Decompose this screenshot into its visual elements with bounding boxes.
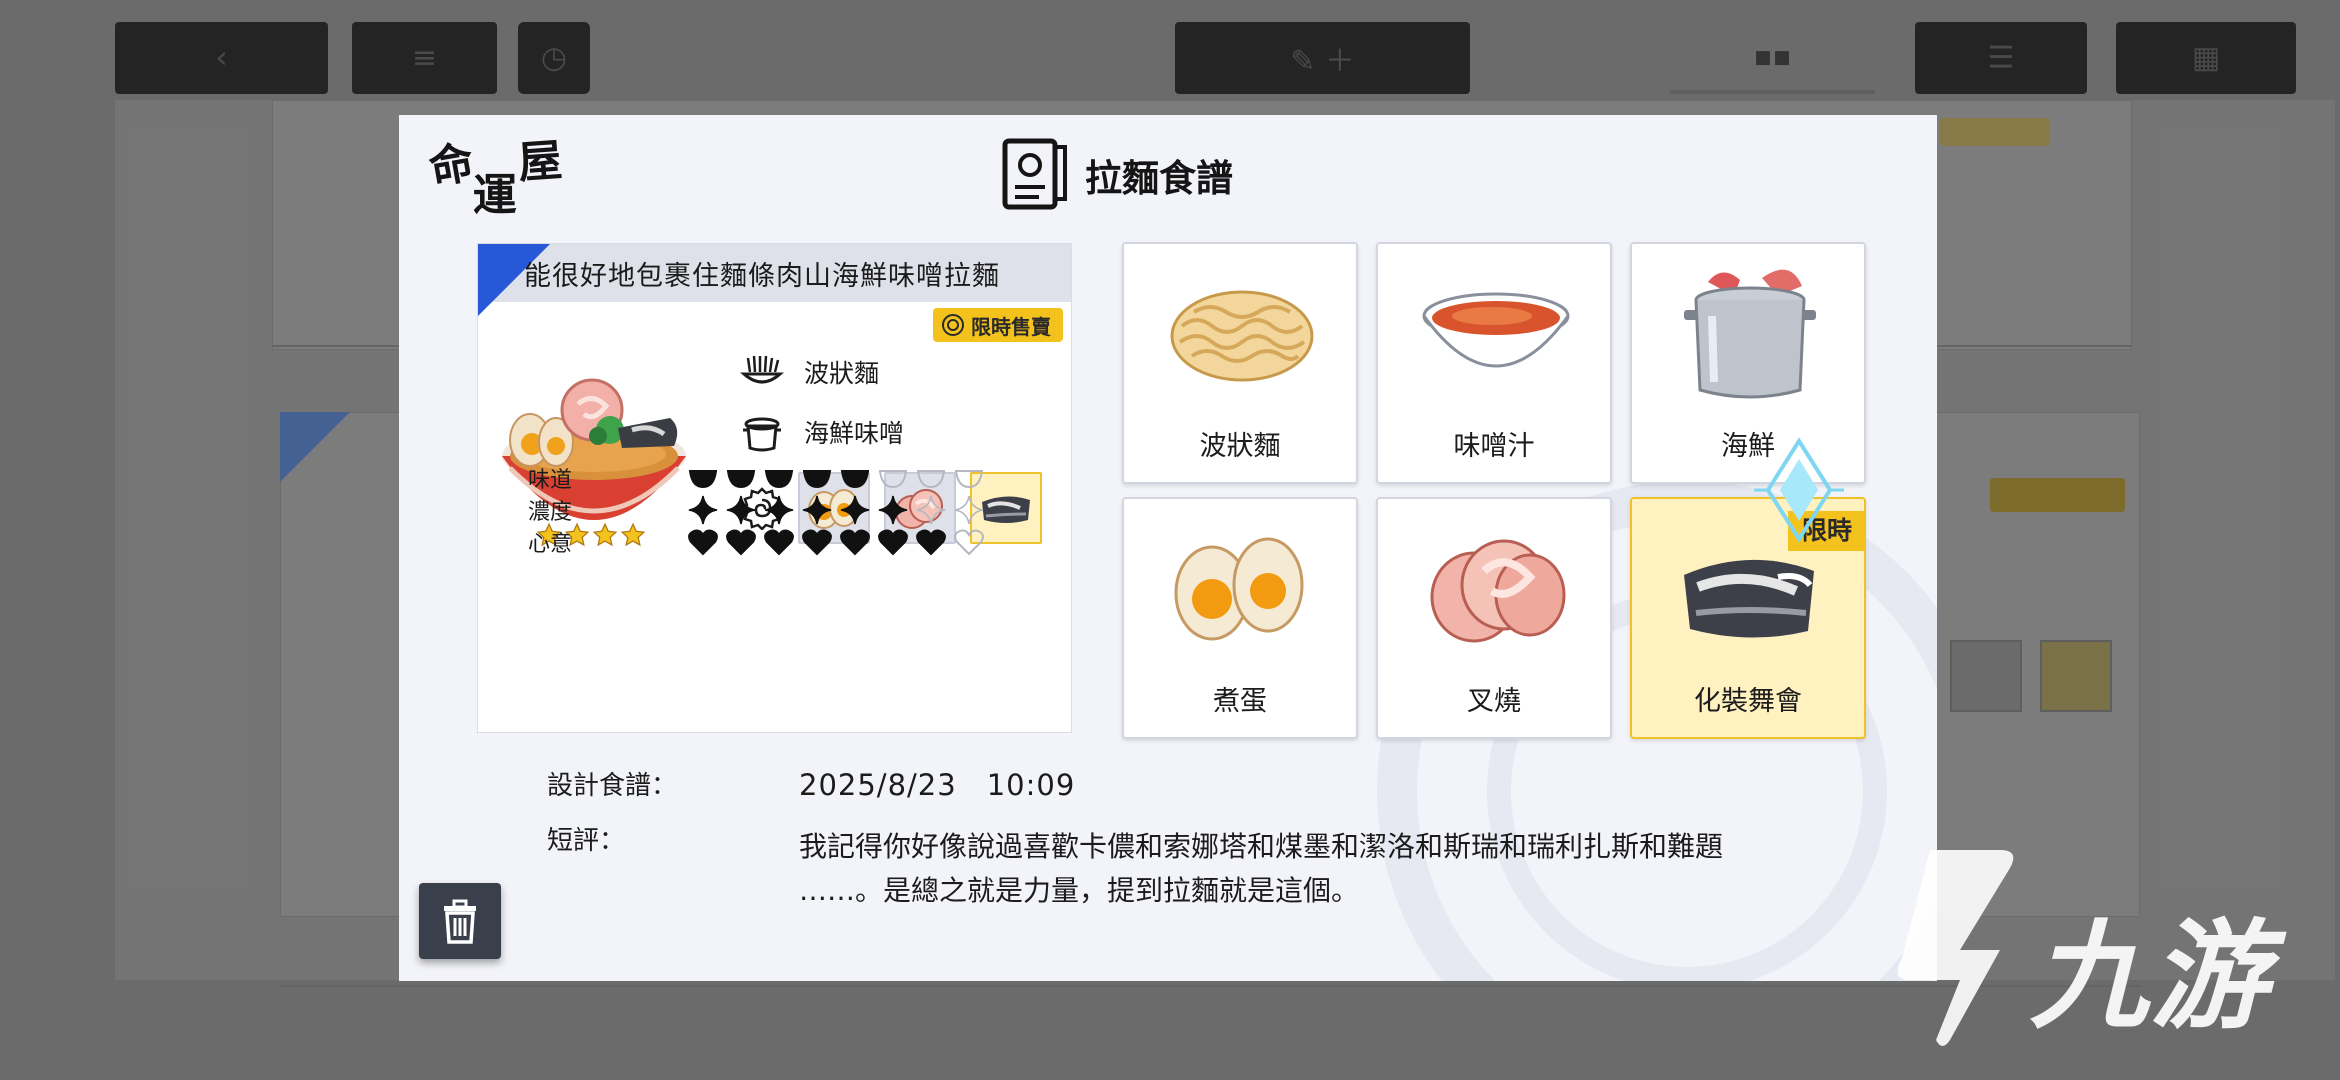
brand-logo-art: 命 運 屋 xyxy=(426,135,563,221)
filled-heart-icon xyxy=(916,529,946,556)
limited-sale-label: 限時售賣 xyxy=(971,314,1051,339)
dialog-header: 拉麵食譜 xyxy=(999,135,1233,215)
empty-heart-icon xyxy=(954,529,984,556)
filled-sparkle-icon xyxy=(726,495,756,525)
ingredient-chashu[interactable]: 叉燒 xyxy=(1376,497,1612,739)
seafood-pot-icon xyxy=(1684,269,1816,399)
recipe-summary-card: 能很好地包裹住麵條肉山海鮮味噌拉麵 限時售賣 波狀麵 海鮮味噌 味道 濃度 心意 xyxy=(477,243,1072,733)
stat-row-taste: 味道 xyxy=(528,462,984,494)
ingredient-name: 煮蛋 xyxy=(1213,686,1267,717)
filled-bowl-icon xyxy=(802,470,832,489)
svg-text:屋: 屋 xyxy=(517,135,563,189)
soup-type-label: 海鮮味噌 xyxy=(804,419,905,448)
stat-row-richness: 濃度 xyxy=(528,494,984,526)
noodle-type-label: 波狀麵 xyxy=(804,359,880,388)
ingredient-miso-soup[interactable]: 味噌汁 xyxy=(1376,242,1612,484)
ingredient-wavy-noodles[interactable]: 波狀麵 xyxy=(1122,242,1358,484)
stat-icons-richness xyxy=(688,495,984,525)
ingredient-boiled-egg[interactable]: 煮蛋 xyxy=(1122,497,1358,739)
empty-bowl-icon xyxy=(916,470,946,489)
boiled-egg-icon xyxy=(1174,537,1304,641)
ingredient-name: 叉燒 xyxy=(1467,686,1521,717)
filled-sparkle-icon xyxy=(840,495,870,525)
filled-heart-icon xyxy=(764,529,794,556)
empty-bowl-icon xyxy=(878,470,908,489)
empty-sparkle-icon xyxy=(916,495,946,525)
stat-icons-heart xyxy=(688,528,984,556)
filled-bowl-icon xyxy=(726,470,756,489)
svg-text:運: 運 xyxy=(473,170,517,221)
filled-heart-icon xyxy=(726,529,756,556)
masquerade-icon xyxy=(982,496,1030,523)
filled-heart-icon xyxy=(802,529,832,556)
stat-label-taste: 味道 xyxy=(528,468,573,493)
comment-line-2: ……。是總之就是力量，提到拉麵就是這個。 xyxy=(799,874,1360,907)
limited-sale-badge: 限時售賣 xyxy=(933,308,1063,342)
noodle-icon xyxy=(740,355,784,384)
comment-text: 我記得你好像說過喜歡卡儂和索娜塔和煤墨和潔洛和斯瑞和瑞利扎斯和難題 ……。是總之… xyxy=(799,825,1819,913)
delete-button[interactable] xyxy=(419,883,501,959)
brand-logo: 命 運 屋 xyxy=(426,124,582,224)
recipe-dialog: 命 運 屋 拉麵食譜 能很好地包裹住麵條肉山海鮮味噌拉麵 限時售賣 波狀麵 海鮮… xyxy=(399,115,1937,981)
stat-icons-taste xyxy=(688,467,984,489)
soup-pot-icon xyxy=(743,417,781,452)
stat-label-richness: 濃度 xyxy=(528,500,573,525)
filled-bowl-icon xyxy=(840,470,870,489)
miso-soup-icon xyxy=(1422,292,1570,368)
design-date: 2025/8/23 10:09 xyxy=(799,768,1076,802)
ingredient-name: 波狀麵 xyxy=(1199,431,1281,462)
filled-sparkle-icon xyxy=(688,495,718,525)
recipe-book-icon xyxy=(1002,138,1067,210)
recipe-name-bar: 能很好地包裹住麵條肉山海鮮味噌拉麵 xyxy=(478,244,1071,316)
filled-heart-icon xyxy=(840,529,870,556)
svg-text:命: 命 xyxy=(426,137,478,195)
filled-sparkle-icon xyxy=(764,495,794,525)
filled-sparkle-icon xyxy=(802,495,832,525)
recipe-name: 能很好地包裹住麵條肉山海鮮味噌拉麵 xyxy=(524,261,1000,292)
selection-sparkle-icon xyxy=(1754,437,1844,543)
stat-label-heart: 心意 xyxy=(528,532,573,557)
filled-sparkle-icon xyxy=(878,495,908,525)
ingredient-name: 化裝舞會 xyxy=(1694,686,1802,717)
comment-line-1: 我記得你好像說過喜歡卡儂和索娜塔和煤墨和潔洛和斯瑞和瑞利扎斯和難題 xyxy=(799,830,1724,863)
empty-sparkle-icon xyxy=(954,495,984,525)
site-watermark-text: 九游 xyxy=(2030,907,2271,1045)
dialog-title: 拉麵食譜 xyxy=(1085,157,1233,200)
soup-type-row: 海鮮味噌 xyxy=(740,410,904,454)
design-label: 設計食譜： xyxy=(547,771,678,801)
chashu-icon xyxy=(1430,539,1566,643)
noodle-type-row: 波狀麵 xyxy=(740,352,879,392)
filled-bowl-icon xyxy=(688,470,718,489)
limited-sale-icon xyxy=(942,314,964,336)
empty-bowl-icon xyxy=(954,470,984,489)
comment-label: 短評： xyxy=(547,826,626,856)
filled-bowl-icon xyxy=(764,470,794,489)
stat-row-heart: 心意 xyxy=(528,526,984,558)
filled-heart-icon xyxy=(878,529,908,556)
trash-icon xyxy=(444,899,476,944)
wavy-noodles-icon xyxy=(1170,290,1314,382)
filled-heart-icon xyxy=(688,529,718,556)
ingredient-name: 味噌汁 xyxy=(1453,431,1535,462)
